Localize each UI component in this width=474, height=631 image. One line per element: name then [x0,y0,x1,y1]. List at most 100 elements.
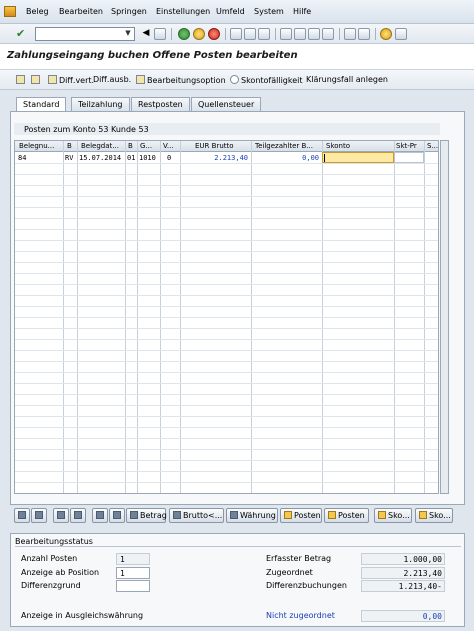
col-header-s[interactable]: S... [427,142,438,150]
anzeige-ab-position-label: Anzeige ab Position [21,568,100,577]
col-header-skt-pr[interactable]: Skt-Pr [396,142,422,150]
sko-deactivate-button[interactable]: Sko... [415,508,453,523]
tab-restposten[interactable]: Restposten [131,97,190,111]
exit-icon[interactable] [193,28,205,40]
differenzbuchungen-field: 1.213,40- [361,580,445,592]
application-toolbar: Diff.vert. Diff.ausb. Bearbeitungsoption… [0,70,474,90]
find-next-icon[interactable] [258,28,270,40]
skonto-input[interactable] [322,152,394,163]
chevron-down-icon[interactable]: ▼ [123,29,133,39]
layout-menu-icon[interactable] [395,28,407,40]
grid-row-divider [15,196,438,197]
posten-activate-button[interactable]: Posten [280,508,322,523]
deselect-all-button[interactable] [31,508,47,523]
cell-gesellschaft[interactable]: 1010 [139,154,156,162]
print-icon[interactable] [230,28,242,40]
grid-row-divider [15,383,438,384]
skontofaelligkeit-button[interactable]: Skontofälligkeit [230,75,303,85]
diff-vert-button[interactable]: Diff.vert. [48,75,94,85]
cancel-icon[interactable] [208,28,220,40]
filter-button[interactable] [109,508,125,523]
text-cursor [324,154,325,162]
tab-standard[interactable]: Standard [16,97,67,112]
sap-menu-icon[interactable] [4,6,16,17]
tab-teilzahlung[interactable]: Teilzahlung [71,97,130,111]
erfasster-betrag-label: Erfasster Betrag [266,554,332,563]
cell-eur-brutto[interactable]: 2.213,40 [205,154,248,162]
ausgleichswaehrung-label: Anzeige in Ausgleichswährung [21,611,144,620]
command-field[interactable]: ▼ [35,27,135,41]
posten-deactivate-button[interactable]: Posten [324,508,369,523]
menu-einstellungen[interactable]: Einstellungen [156,7,210,16]
waehrung-button[interactable]: Währung [226,508,278,523]
save-icon[interactable] [154,28,166,40]
standard-toolbar: ✔ ▼ ◀ [0,24,474,44]
cell-belegnummer[interactable]: 84 [18,154,26,162]
menu-beleg[interactable]: Beleg [26,7,49,16]
bearbeitungsoption-button[interactable]: Bearbeitungsoption [136,75,226,85]
sort-icon [96,511,104,519]
anzahl-posten-field: 1 [116,553,150,565]
grid-row-divider [15,163,438,164]
col-header-belegart[interactable]: B [67,142,77,150]
cell-verzug[interactable]: 0 [167,154,171,162]
brutto-button[interactable]: Brutto<... [169,508,224,523]
find-icon[interactable] [244,28,256,40]
cell-belegdatum[interactable]: 15.07.2014 [79,154,121,162]
enter-check-icon[interactable]: ✔ [16,27,25,40]
select-all-button[interactable] [14,508,30,523]
differenzgrund-input[interactable] [116,580,150,592]
grid-row-divider [15,471,438,472]
skt-pr-input[interactable] [394,152,424,163]
menu-system[interactable]: System [254,7,284,16]
grid-row-divider [15,361,438,362]
grid-row-divider [15,174,438,175]
anzeige-ab-position-input[interactable]: 1 [116,567,150,579]
help-icon[interactable] [380,28,392,40]
cell-belegart[interactable]: RV [65,154,73,162]
shortcut-icon[interactable] [358,28,370,40]
col-header-belegnummer[interactable]: Belegnu... [19,142,63,150]
menu-bearbeiten[interactable]: Bearbeiten [59,7,103,16]
sort-button[interactable] [92,508,108,523]
menu-umfeld[interactable]: Umfeld [216,7,245,16]
new-session-icon[interactable] [344,28,356,40]
grid-row-divider [15,262,438,263]
separator [339,28,340,40]
previous-page-icon[interactable] [294,28,306,40]
person-icon[interactable] [16,75,27,85]
last-page-icon[interactable] [322,28,334,40]
tab-quellensteuer[interactable]: Quellensteuer [191,97,262,111]
diff-ausb-button[interactable]: Diff.ausb. [93,75,131,84]
menu-springen[interactable]: Springen [111,7,147,16]
next-page-icon[interactable] [308,28,320,40]
deselect-block-button[interactable] [70,508,86,523]
grid-vertical-scrollbar[interactable] [440,140,449,494]
cell-buchungsschluessel[interactable]: 01 [127,154,135,162]
grid-row-divider [15,273,438,274]
select-block-button[interactable] [53,508,69,523]
select-block-icon [57,511,65,519]
col-header-skonto[interactable]: Skonto [326,142,386,150]
triangle-left-icon[interactable]: ◀ [140,28,152,40]
differenzbuchungen-label: Differenzbuchungen [266,581,347,590]
back-icon[interactable] [178,28,190,40]
col-header-belegdatum[interactable]: Belegdat... [81,142,121,150]
grid-row-divider [15,416,438,417]
edit-icon[interactable] [31,75,42,85]
col-header-gesellschaft[interactable]: G... [140,142,160,150]
klaerungsfall-button[interactable]: Klärungsfall anlegen [306,75,388,84]
menu-hilfe[interactable]: Hilfe [293,7,311,16]
grid-row-divider [15,306,438,307]
grid-row-divider [15,482,438,483]
col-header-verzug[interactable]: V... [163,142,179,150]
col-header-eur-brutto[interactable]: EUR Brutto [195,142,245,150]
zugeordnet-field: 2.213,40 [361,567,445,579]
betrag-button[interactable]: Betrag [126,508,167,523]
col-header-teilgezahlt[interactable]: Teilgezahlter B... [255,142,321,150]
sko-activate-button[interactable]: Sko... [374,508,412,523]
filter-icon [113,511,121,519]
cell-teilgezahlt[interactable]: 0,00 [275,154,319,162]
grid-row-divider [15,328,438,329]
first-page-icon[interactable] [280,28,292,40]
